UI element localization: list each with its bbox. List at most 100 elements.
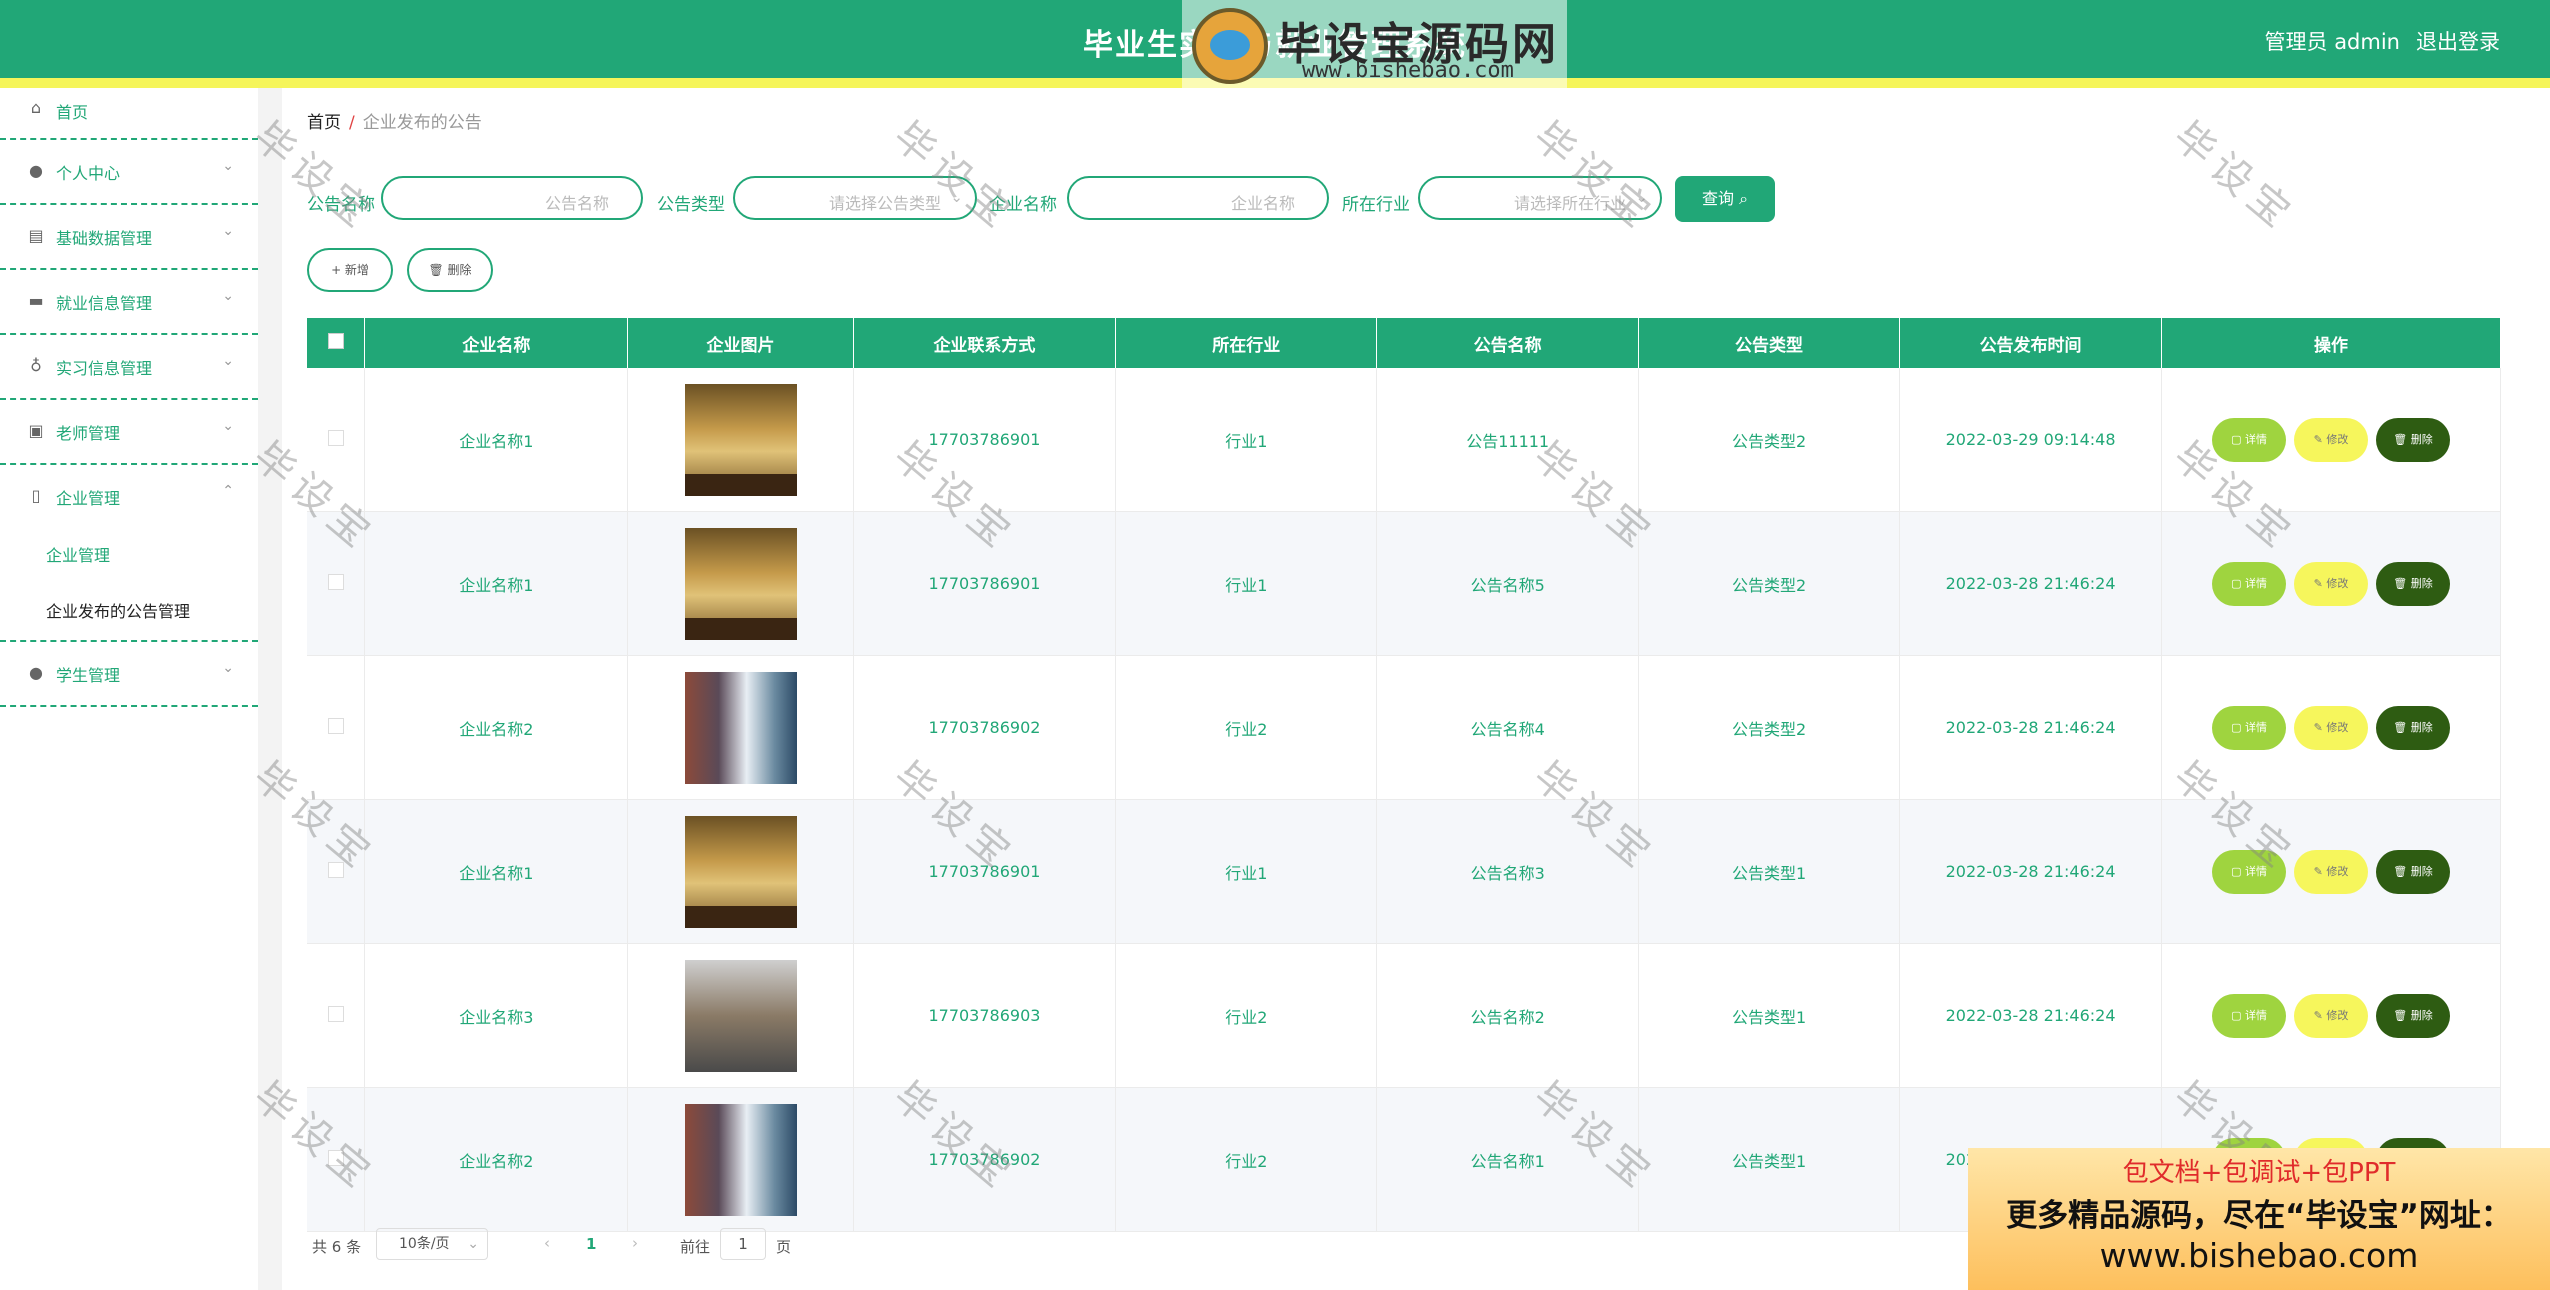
sidebar-item-employment[interactable]: ▬ 就业信息管理 ⌄	[0, 270, 258, 335]
table-row: 企业名称3 17703786903 行业2 公告名称2 公告类型1 2022-0…	[307, 943, 2501, 1088]
notice-table: 企业名称 企业图片 企业联系方式 所在行业 公告名称 公告类型 公告发布时间 操…	[307, 318, 2501, 1232]
delete-button[interactable]: 🗑 删除	[2376, 417, 2451, 462]
cell-notice-name: 公告名称2	[1376, 943, 1639, 1088]
cell-phone: 17703786903	[853, 943, 1117, 1088]
page-number-1[interactable]: 1	[586, 1235, 596, 1253]
sidebar-item-label: 就业信息管理	[56, 294, 153, 313]
row-checkbox[interactable]	[327, 861, 344, 878]
row-select-cell	[307, 943, 366, 1088]
search-icon: ⌕	[1739, 189, 1749, 208]
company-name-input[interactable]: 企业名称	[1067, 176, 1329, 220]
row-checkbox[interactable]	[327, 1149, 344, 1166]
prev-page-button[interactable]: ‹	[544, 1234, 550, 1252]
chevron-down-icon: ⌄	[222, 660, 234, 676]
sidebar-item-teachers[interactable]: ▣ 老师管理 ⌄	[0, 400, 258, 465]
edit-button[interactable]: ✎ 修改	[2294, 561, 2369, 606]
sidebar-item-company[interactable]: ▯ 企业管理 ⌃	[0, 465, 258, 528]
sidebar-item-students[interactable]: ● 学生管理 ⌄	[0, 642, 258, 707]
cell-actions: ▢ 详情✎ 修改🗑 删除	[2161, 655, 2501, 800]
cell-industry: 行业2	[1115, 943, 1378, 1088]
page-size-select[interactable]: 10条/页 ⌄	[376, 1228, 488, 1260]
cell-actions: ▢ 详情✎ 修改🗑 删除	[2161, 368, 2501, 512]
breadcrumb-home[interactable]: 首页	[307, 113, 341, 133]
row-select-cell	[307, 799, 366, 944]
detail-label: 详情	[2244, 864, 2267, 878]
industry-placeholder: 请选择所在行业	[1513, 194, 1626, 213]
row-checkbox[interactable]	[327, 429, 344, 446]
cell-notice-name: 公告11111	[1376, 368, 1639, 512]
cell-company: 企业名称3	[364, 943, 629, 1088]
cell-phone: 17703786902	[853, 1087, 1117, 1232]
next-page-button[interactable]: ›	[632, 1234, 638, 1252]
industry-select[interactable]: 请选择所在行业 ⌄	[1418, 176, 1662, 220]
company-image	[684, 1103, 797, 1216]
table-header-row: 企业名称 企业图片 企业联系方式 所在行业 公告名称 公告类型 公告发布时间 操…	[307, 318, 2501, 368]
detail-button[interactable]: ▢ 详情	[2212, 561, 2287, 606]
row-checkbox[interactable]	[327, 717, 344, 734]
breadcrumb: 首页 / 企业发布的公告	[307, 108, 482, 133]
sidebar-item-label: 学生管理	[56, 666, 121, 685]
breadcrumb-separator: /	[349, 113, 355, 133]
row-checkbox[interactable]	[327, 573, 344, 590]
cell-phone: 17703786901	[853, 368, 1117, 512]
delete-button[interactable]: 🗑 删除	[2376, 561, 2451, 606]
edit-button[interactable]: ✎ 修改	[2294, 849, 2369, 894]
query-button-label: 查询	[1701, 189, 1734, 208]
cell-industry: 行业2	[1115, 1087, 1378, 1232]
company-name-label: 企业名称	[989, 195, 1057, 215]
promo-line2: 更多精品源码，尽在“毕设宝”网址：	[2006, 1198, 2512, 1234]
table-row: 企业名称1 17703786901 行业1 公告名称3 公告类型1 2022-0…	[307, 799, 2501, 944]
delete-button[interactable]: 🗑 删除	[2376, 993, 2451, 1038]
cell-company: 企业名称2	[364, 655, 629, 800]
sidebar-item-basic-data[interactable]: ▤ 基础数据管理 ⌄	[0, 205, 258, 270]
trash-icon: 🗑	[428, 263, 448, 277]
cell-image	[627, 799, 854, 944]
cell-phone: 17703786901	[853, 799, 1117, 944]
logout-link[interactable]: 退出登录	[2416, 26, 2500, 56]
company-image	[684, 671, 797, 784]
query-button[interactable]: 查询 ⌕	[1675, 176, 1775, 222]
add-button[interactable]: + 新增	[307, 248, 393, 292]
batch-delete-button[interactable]: 🗑 删除	[407, 248, 493, 292]
detail-button[interactable]: ▢ 详情	[2212, 705, 2287, 750]
edit-label: 修改	[2326, 576, 2349, 590]
cell-notice-name: 公告名称3	[1376, 799, 1639, 944]
user-icon: ●	[29, 161, 43, 180]
select-all-checkbox[interactable]	[327, 332, 344, 349]
edit-button[interactable]: ✎ 修改	[2294, 705, 2369, 750]
delete-button[interactable]: 🗑 删除	[2376, 849, 2451, 894]
detail-button[interactable]: ▢ 详情	[2212, 993, 2287, 1038]
sidebar-item-internship[interactable]: ♁ 实习信息管理 ⌄	[0, 335, 258, 400]
cell-actions: ▢ 详情✎ 修改🗑 删除	[2161, 511, 2501, 656]
sidebar-item-label: 个人中心	[56, 164, 121, 183]
cell-notice-type: 公告类型1	[1638, 799, 1901, 944]
goto-page-input[interactable]: 1	[720, 1228, 766, 1260]
sidebar-item-personal-center[interactable]: ● 个人中心 ⌄	[0, 140, 258, 205]
detail-button[interactable]: ▢ 详情	[2212, 849, 2287, 894]
col-image: 企业图片	[627, 318, 854, 368]
notice-name-input[interactable]: 公告名称	[381, 176, 643, 220]
row-checkbox[interactable]	[327, 1005, 344, 1022]
delete-button[interactable]: 🗑 删除	[2376, 705, 2451, 750]
cell-publish-time: 2022-03-28 21:46:24	[1899, 655, 2163, 800]
col-publish-time: 公告发布时间	[1899, 318, 2163, 368]
goto-label: 前往	[680, 1238, 711, 1256]
bookmark-icon: ▯	[31, 486, 41, 505]
sidebar-subitem-notice-manage[interactable]: 企业发布的公告管理	[0, 584, 258, 640]
row-select-cell	[307, 1087, 366, 1232]
chevron-down-icon: ⌄	[222, 223, 234, 239]
clipboard-icon: ▤	[28, 226, 44, 245]
cell-company: 企业名称1	[364, 511, 629, 656]
col-notice-name: 公告名称	[1376, 318, 1639, 368]
cell-industry: 行业2	[1115, 655, 1378, 800]
user-icon: ●	[29, 663, 43, 682]
delete-label: 删除	[2410, 1008, 2433, 1022]
cell-notice-name: 公告名称1	[1376, 1087, 1639, 1232]
sidebar-item-home[interactable]: ⌂ 首页	[0, 88, 258, 140]
detail-button[interactable]: ▢ 详情	[2212, 417, 2287, 462]
edit-button[interactable]: ✎ 修改	[2294, 993, 2369, 1038]
notice-type-select[interactable]: 请选择公告类型 ⌄	[733, 176, 977, 220]
sidebar-subitem-company-manage[interactable]: 企业管理	[0, 528, 258, 584]
edit-button[interactable]: ✎ 修改	[2294, 417, 2369, 462]
sidebar: ⌂ 首页 ● 个人中心 ⌄ ▤ 基础数据管理 ⌄ ▬ 就业信息管理 ⌄ ♁ 实习…	[0, 88, 258, 1290]
